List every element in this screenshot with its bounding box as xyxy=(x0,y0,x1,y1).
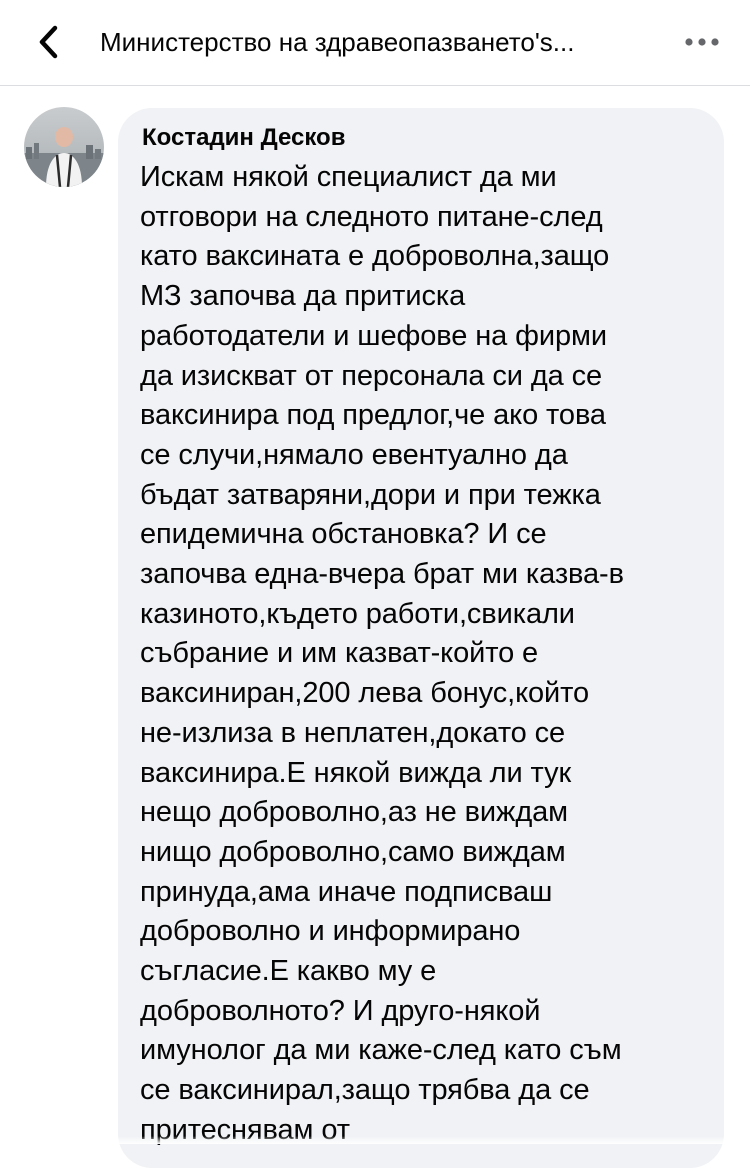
comment-line: да изискват от персонала си да се xyxy=(140,359,603,392)
comment-author-name[interactable]: Костадин Десков xyxy=(142,122,345,154)
comment-line: работодатели и шефове на фирми xyxy=(140,319,607,352)
comment-line: епидемична обстановка? И се xyxy=(140,518,547,551)
comment-line: се ваксинирал,защо трябва да се xyxy=(140,1074,590,1107)
comment-line: Искам някой специалист да ми xyxy=(140,161,557,193)
comment-line: доброволно и информирано xyxy=(140,915,521,948)
bottom-fade xyxy=(0,1136,750,1144)
comment-line: събрание и им казват-който е xyxy=(140,637,539,670)
comment-line: МЗ започва да притиска xyxy=(140,280,466,313)
comment-line: бъдат затваряни,дори и при тежка xyxy=(140,478,601,511)
user-avatar xyxy=(24,107,104,187)
comment-line: отговори на следното питане-след xyxy=(140,200,603,233)
page-title: Министерство на здравеопазването's... xyxy=(100,27,575,57)
comment-line: не-излиза в неплатен,докато се xyxy=(140,716,566,749)
comment-text: Искам някой специалист да ми отговори на … xyxy=(140,158,710,1151)
more-options-button[interactable] xyxy=(678,22,726,62)
back-button[interactable] xyxy=(26,20,70,64)
comment-line: като ваксината е доброволна,защо xyxy=(140,240,610,273)
comment-line: ваксинира.Е някой вижда ли тук xyxy=(140,756,572,789)
comment-line: нищо доброволно,само виждам xyxy=(140,835,566,868)
comment-line: започва една-вчера брат ми казва-в xyxy=(140,558,624,591)
comment-bubble: Костадин Десков Искам някой специалист д… xyxy=(118,108,724,1168)
comment-line: имунолог да ми каже-след като съм xyxy=(140,1034,622,1067)
comment-line: принуда,ама иначе подписваш xyxy=(140,875,553,908)
comment-line: казиното,където работи,свикали xyxy=(140,597,575,630)
comment-line: нещо доброволно,аз не виждам xyxy=(140,796,569,829)
comment-line: доброволното? И друго-някой xyxy=(140,994,541,1027)
comment-line: ваксиниран,200 лева бонус,който xyxy=(140,677,590,710)
comment-line: ваксинира под предлог,че ако това xyxy=(140,399,606,432)
top-bar: Министерство на здравеопазването's... xyxy=(0,0,750,86)
avatar[interactable] xyxy=(24,107,104,187)
comment-line: съгласие.Е какво му е xyxy=(140,955,437,988)
chevron-left-icon xyxy=(39,25,58,59)
ellipsis-icon xyxy=(685,38,719,46)
comment-line: се случи,нямало евентуално да xyxy=(140,438,568,471)
comment-line: притеснявам от xyxy=(140,1113,350,1146)
